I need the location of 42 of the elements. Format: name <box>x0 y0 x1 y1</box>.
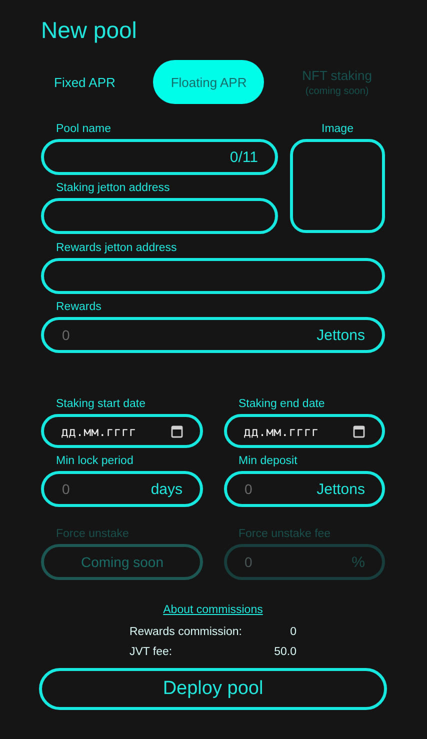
image-label: Image <box>320 122 354 136</box>
input-field[interactable]: 0 Jettons <box>41 317 385 353</box>
tab[interactable]: Floating APR <box>153 60 264 104</box>
calendar-icon[interactable] <box>170 424 182 438</box>
calendar-icon[interactable] <box>353 424 365 438</box>
unit-label: % <box>352 554 365 570</box>
field-label: Force unstake <box>55 527 130 541</box>
unit-label: Jettons <box>316 480 365 498</box>
input-field[interactable] <box>41 198 278 234</box>
commission-value: 0 <box>290 625 296 640</box>
unit-label: Jettons <box>316 326 365 344</box>
field-label: Force unstake fee <box>238 527 332 541</box>
field-label: Staking start date <box>55 397 146 411</box>
page-title: New pool <box>41 16 138 45</box>
input-field[interactable]: 0/11 <box>41 139 278 175</box>
date-field[interactable]: дд.мм.гггг <box>41 414 202 448</box>
field-label: Pool name <box>55 122 112 136</box>
commission-label: Rewards commission: <box>130 625 242 640</box>
commission-value: 50.0 <box>274 645 296 660</box>
placeholder-text: 0 <box>62 327 70 343</box>
image-upload-box[interactable] <box>290 139 385 233</box>
commission-label: JVT fee: <box>130 645 172 660</box>
field-label: Staking jetton address <box>55 181 171 195</box>
input-field[interactable]: 0 Jettons <box>224 471 385 507</box>
tab[interactable]: Fixed APR <box>41 60 128 104</box>
input-field[interactable]: 0 days <box>41 471 202 507</box>
input-field[interactable] <box>41 258 385 294</box>
field-label: Min lock period <box>55 454 134 468</box>
field-label: Rewards <box>55 300 102 314</box>
date-placeholder: дд.мм.гггг <box>244 424 319 439</box>
about-commissions-link[interactable]: About commissions <box>163 604 263 616</box>
character-counter: 0/11 <box>230 148 258 166</box>
placeholder-text: 0 <box>244 554 252 570</box>
unit-label: days <box>150 480 182 498</box>
date-field[interactable]: дд.мм.гггг <box>224 414 385 448</box>
field-label: Staking end date <box>238 397 326 411</box>
date-placeholder: дд.мм.гггг <box>61 424 136 439</box>
field-label: Rewards jetton address <box>55 241 178 255</box>
deploy-pool-button[interactable]: Deploy pool <box>39 668 387 710</box>
placeholder-text: 0 <box>244 481 252 497</box>
placeholder-text: 0 <box>62 481 70 497</box>
field-label: Min deposit <box>238 454 298 468</box>
